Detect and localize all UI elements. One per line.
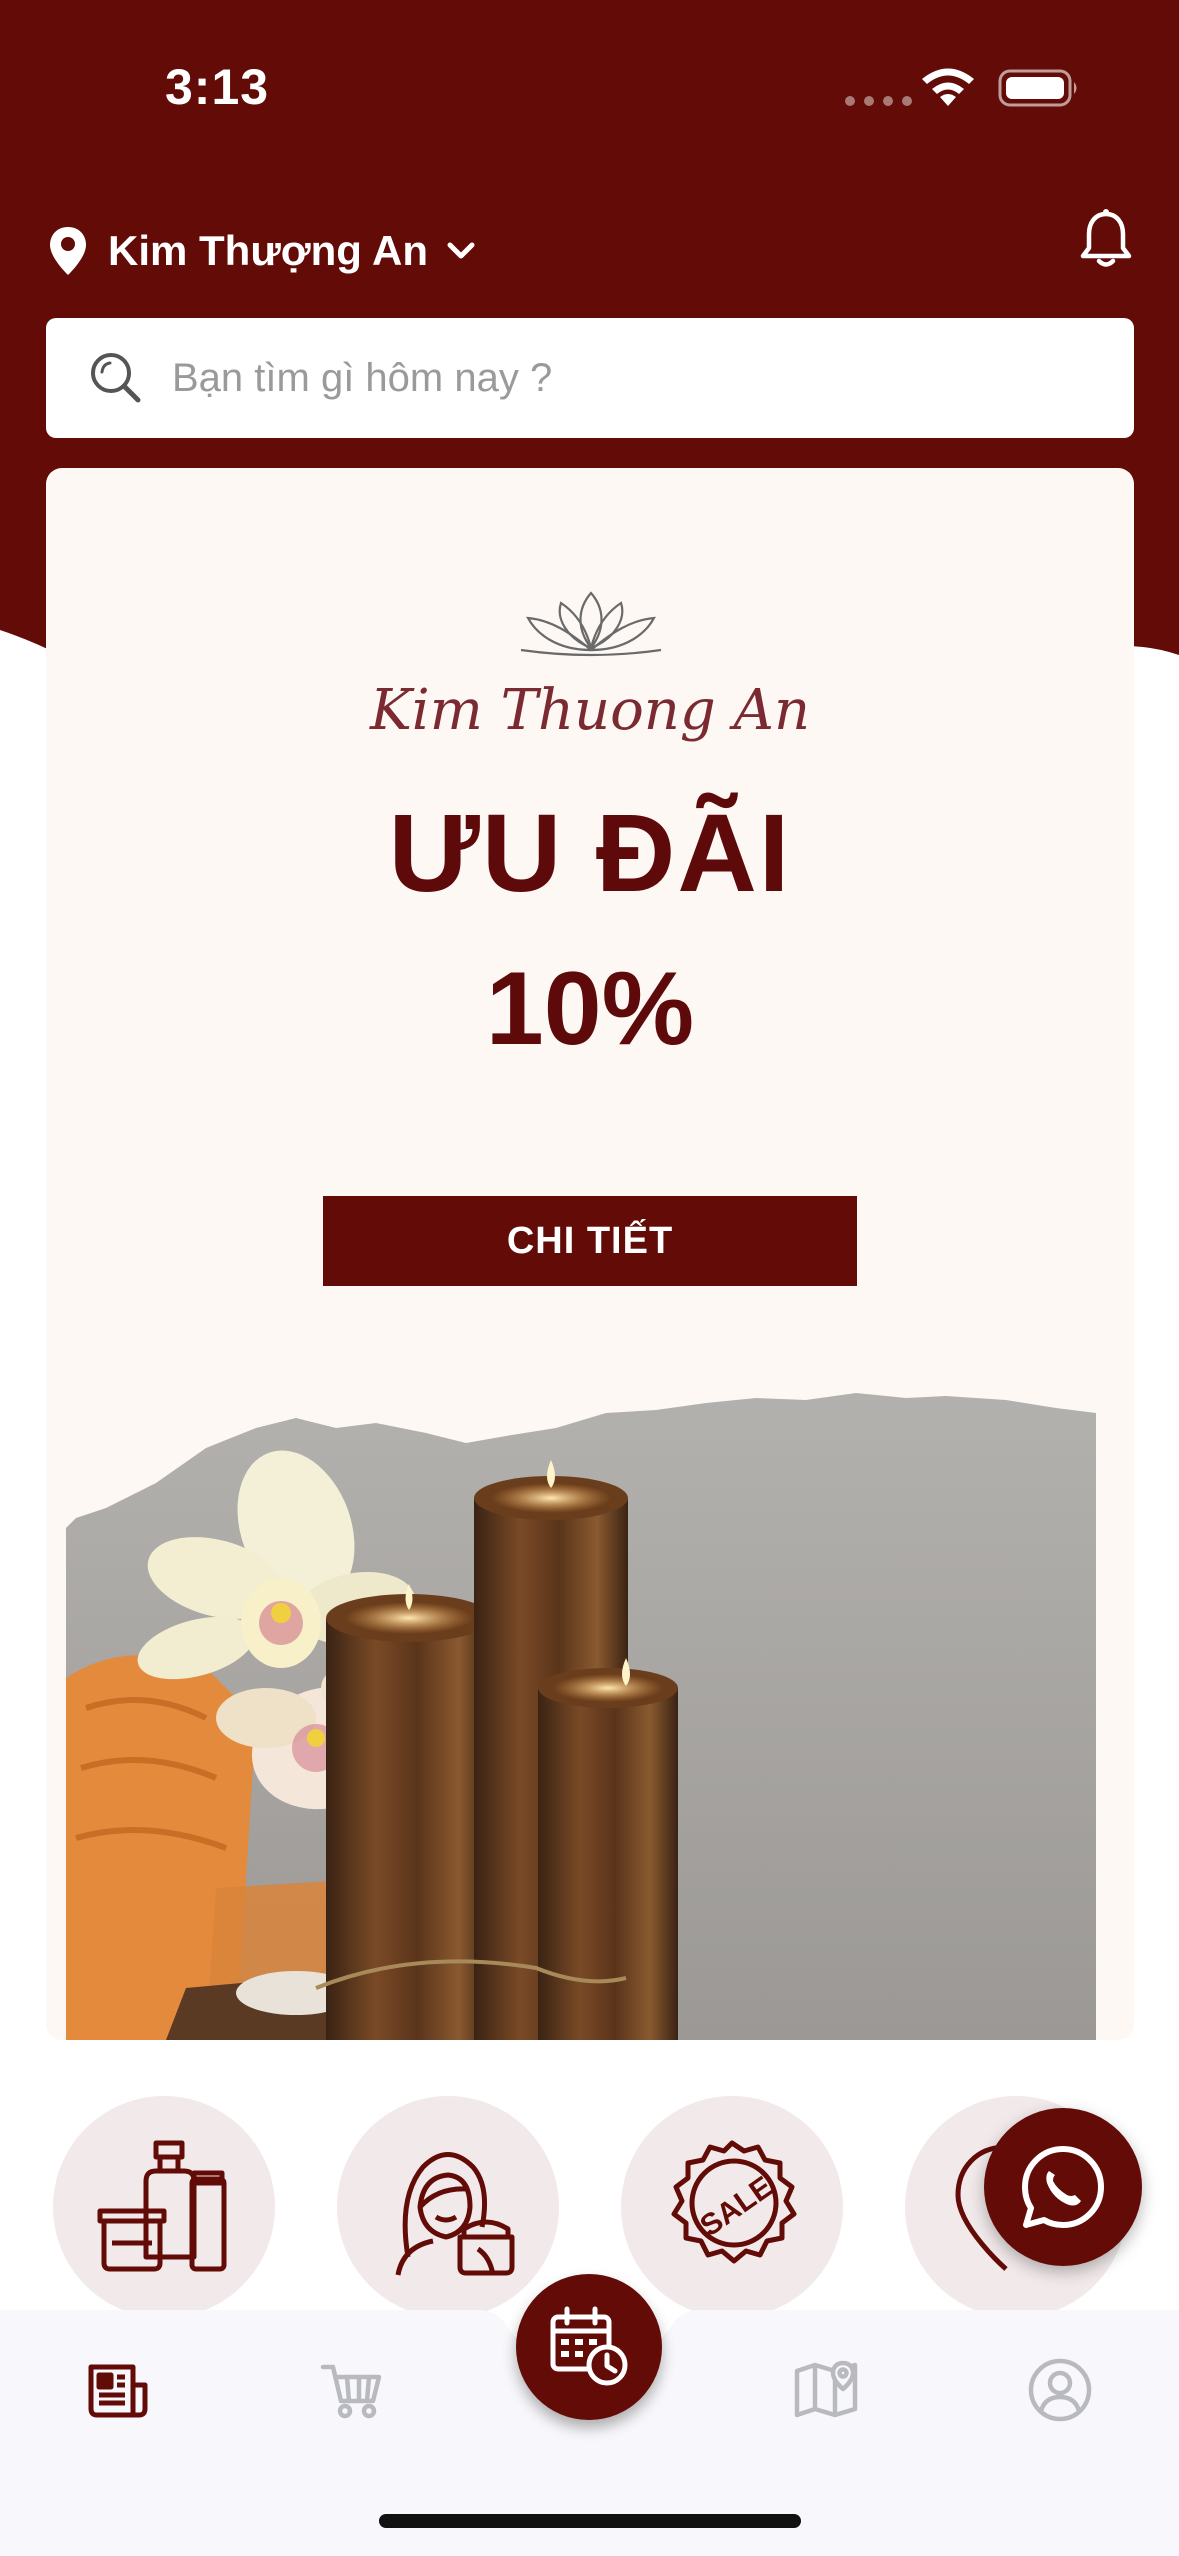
lotus-logo-icon [520, 591, 662, 657]
cellular-signal-icon [845, 96, 912, 106]
category-skincare[interactable] [337, 2096, 559, 2318]
promo-title: ƯU ĐÃI [388, 792, 792, 915]
sale-badge-icon: SALE [671, 2140, 797, 2264]
search-bar[interactable]: Bạn tìm gì hôm nay ? [46, 318, 1134, 438]
detail-button[interactable]: CHI TIẾT [323, 1196, 857, 1286]
category-sale[interactable]: SALE [621, 2096, 843, 2318]
tab-profile[interactable] [1020, 2350, 1100, 2430]
news-icon [88, 2364, 148, 2418]
notification-bell-icon[interactable] [1078, 208, 1134, 270]
profile-icon [1028, 2358, 1092, 2422]
wifi-icon [922, 68, 974, 106]
whatsapp-icon [1022, 2146, 1104, 2228]
map-icon [794, 2360, 858, 2418]
promo-banner[interactable]: Kim Thuong An ƯU ĐÃI 10% CHI TIẾT [46, 468, 1134, 2040]
app-screen: 3:13 Kim Thượng An Bạn tìm gì hôm nay ? … [0, 0, 1179, 2556]
cosmetics-icon [97, 2140, 227, 2272]
location-pin-icon [50, 227, 86, 275]
spa-candles-image [66, 1388, 1106, 2040]
whatsapp-button[interactable] [984, 2108, 1142, 2266]
location-selector[interactable]: Kim Thượng An [48, 218, 476, 284]
search-input[interactable]: Bạn tìm gì hôm nay ? [172, 356, 552, 401]
search-icon [91, 353, 141, 403]
brand-logo-text: Kim Thuong An [369, 678, 811, 743]
location-name: Kim Thượng An [108, 227, 429, 274]
home-indicator [379, 2514, 801, 2528]
tab-booking[interactable] [516, 2274, 662, 2420]
tab-cart[interactable] [312, 2350, 392, 2430]
calendar-clock-icon [550, 2306, 628, 2386]
battery-icon [998, 69, 1077, 107]
category-cosmetics[interactable] [53, 2096, 275, 2318]
tab-news[interactable] [78, 2350, 158, 2430]
promo-discount: 10% [485, 951, 695, 1067]
skincare-woman-icon [395, 2152, 515, 2276]
tab-map[interactable] [786, 2350, 866, 2430]
status-time: 3:13 [165, 59, 270, 115]
cart-icon [320, 2364, 382, 2419]
chevron-down-icon [447, 242, 475, 259]
